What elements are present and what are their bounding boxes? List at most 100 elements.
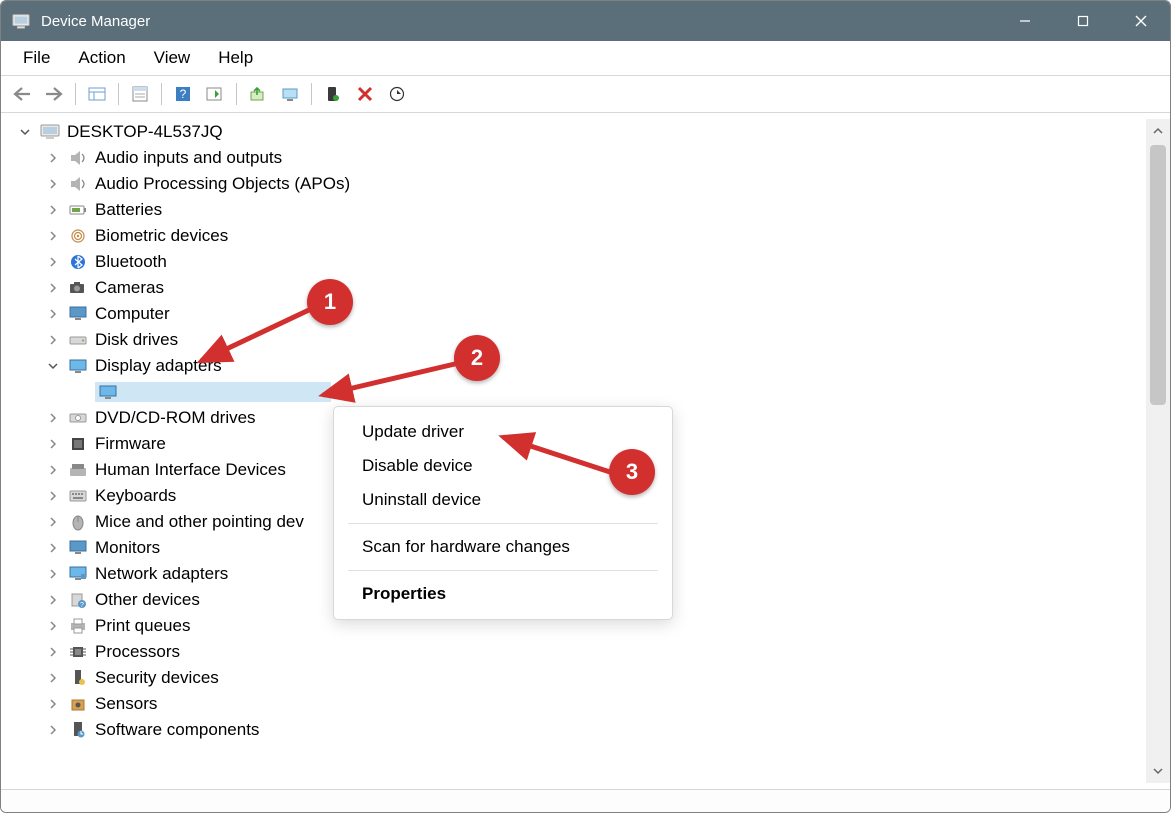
menu-file[interactable]: File — [11, 44, 62, 72]
window-title: Device Manager — [41, 13, 996, 30]
menu-action[interactable]: Action — [66, 44, 137, 72]
tree-category[interactable]: Software components — [17, 717, 1146, 743]
separator — [161, 83, 162, 105]
expand-icon[interactable] — [45, 618, 61, 634]
tree-category-label: Print queues — [95, 616, 190, 636]
annotation-badge-3: 3 — [609, 449, 655, 495]
tree-category[interactable]: Batteries — [17, 197, 1146, 223]
expand-icon[interactable] — [45, 722, 61, 738]
tree-category[interactable]: Security devices — [17, 665, 1146, 691]
tree-category[interactable]: Computer — [17, 301, 1146, 327]
expand-icon[interactable] — [45, 488, 61, 504]
processor-icon — [67, 643, 89, 661]
collapse-icon[interactable] — [45, 358, 61, 374]
tree-category-label: Bluetooth — [95, 252, 167, 272]
toolbar: ? — [1, 76, 1170, 113]
expand-icon[interactable] — [45, 254, 61, 270]
menubar: File Action View Help — [1, 41, 1170, 76]
help-button[interactable]: ? — [168, 80, 198, 108]
ctx-properties[interactable]: Properties — [334, 577, 672, 611]
expand-icon[interactable] — [45, 436, 61, 452]
scan-hardware-button[interactable] — [275, 80, 305, 108]
separator — [118, 83, 119, 105]
separator — [236, 83, 237, 105]
tree-category-label: Sensors — [95, 694, 157, 714]
tree-category[interactable]: Disk drives — [17, 327, 1146, 353]
display-adapter-icon — [97, 383, 119, 401]
separator — [311, 83, 312, 105]
close-button[interactable] — [1112, 1, 1170, 41]
back-button[interactable] — [7, 80, 37, 108]
enable-device-button[interactable] — [318, 80, 348, 108]
uninstall-device-button[interactable] — [350, 80, 380, 108]
tree-root[interactable]: DESKTOP-4L537JQ — [17, 119, 1146, 145]
expand-placeholder — [73, 384, 89, 400]
tree-category-label: Keyboards — [95, 486, 176, 506]
expand-icon[interactable] — [45, 410, 61, 426]
expand-icon[interactable] — [45, 566, 61, 582]
expand-icon[interactable] — [45, 202, 61, 218]
tree-category-label: Computer — [95, 304, 170, 324]
expand-icon[interactable] — [45, 514, 61, 530]
menu-view[interactable]: View — [142, 44, 203, 72]
ctx-separator — [348, 570, 658, 571]
expand-icon[interactable] — [45, 696, 61, 712]
tree-category-label: Audio Processing Objects (APOs) — [95, 174, 350, 194]
maximize-button[interactable] — [1054, 1, 1112, 41]
scroll-up-button[interactable] — [1146, 119, 1170, 143]
expand-icon[interactable] — [45, 540, 61, 556]
properties-button[interactable] — [125, 80, 155, 108]
expand-icon[interactable] — [45, 592, 61, 608]
tree-category[interactable]: Sensors — [17, 691, 1146, 717]
expand-icon[interactable] — [45, 670, 61, 686]
tree-category[interactable]: Bluetooth — [17, 249, 1146, 275]
tree-category[interactable]: Audio inputs and outputs — [17, 145, 1146, 171]
tree-category[interactable]: Cameras — [17, 275, 1146, 301]
expand-icon[interactable] — [45, 332, 61, 348]
tree-category-label: DVD/CD-ROM drives — [95, 408, 256, 428]
tree-category-display-adapters[interactable]: Display adapters — [17, 353, 1146, 379]
scroll-thumb[interactable] — [1150, 145, 1166, 405]
tree-category[interactable]: Audio Processing Objects (APOs) — [17, 171, 1146, 197]
expand-icon[interactable] — [45, 644, 61, 660]
display-adapter-icon — [67, 357, 89, 375]
expand-icon[interactable] — [45, 280, 61, 296]
expand-icon[interactable] — [45, 176, 61, 192]
tree-category-label: Processors — [95, 642, 180, 662]
refresh-button[interactable] — [382, 80, 412, 108]
forward-button[interactable] — [39, 80, 69, 108]
tree-category-label: Display adapters — [95, 356, 222, 376]
annotation-badge-2: 2 — [454, 335, 500, 381]
svg-text:?: ? — [180, 87, 187, 101]
expand-icon[interactable] — [45, 150, 61, 166]
other-devices-icon: ? — [67, 591, 89, 609]
ctx-scan-hardware[interactable]: Scan for hardware changes — [334, 530, 672, 564]
minimize-button[interactable] — [996, 1, 1054, 41]
dvd-icon — [67, 409, 89, 427]
action-button[interactable] — [200, 80, 230, 108]
camera-icon — [67, 279, 89, 297]
tree-category-label: Batteries — [95, 200, 162, 220]
tree-category-label: Firmware — [95, 434, 166, 454]
update-driver-button[interactable] — [243, 80, 273, 108]
scroll-down-button[interactable] — [1146, 759, 1170, 783]
tree-device-selected[interactable] — [17, 379, 1146, 405]
expand-icon[interactable] — [45, 228, 61, 244]
expand-icon[interactable] — [17, 124, 33, 140]
tree-category-label: Security devices — [95, 668, 219, 688]
monitor-icon — [67, 305, 89, 323]
tree-category-label: Mice and other pointing dev — [95, 512, 304, 532]
vertical-scrollbar[interactable] — [1146, 119, 1170, 783]
context-menu: Update driver Disable device Uninstall d… — [333, 406, 673, 620]
tree-category-label: Biometric devices — [95, 226, 228, 246]
software-icon — [67, 721, 89, 739]
show-hidden-button[interactable] — [82, 80, 112, 108]
tree-category[interactable]: Processors — [17, 639, 1146, 665]
tree-category[interactable]: Biometric devices — [17, 223, 1146, 249]
status-bar — [1, 789, 1170, 812]
menu-help[interactable]: Help — [206, 44, 265, 72]
expand-icon[interactable] — [45, 306, 61, 322]
ctx-update-driver[interactable]: Update driver — [334, 415, 672, 449]
tree-category-label: Network adapters — [95, 564, 228, 584]
expand-icon[interactable] — [45, 462, 61, 478]
